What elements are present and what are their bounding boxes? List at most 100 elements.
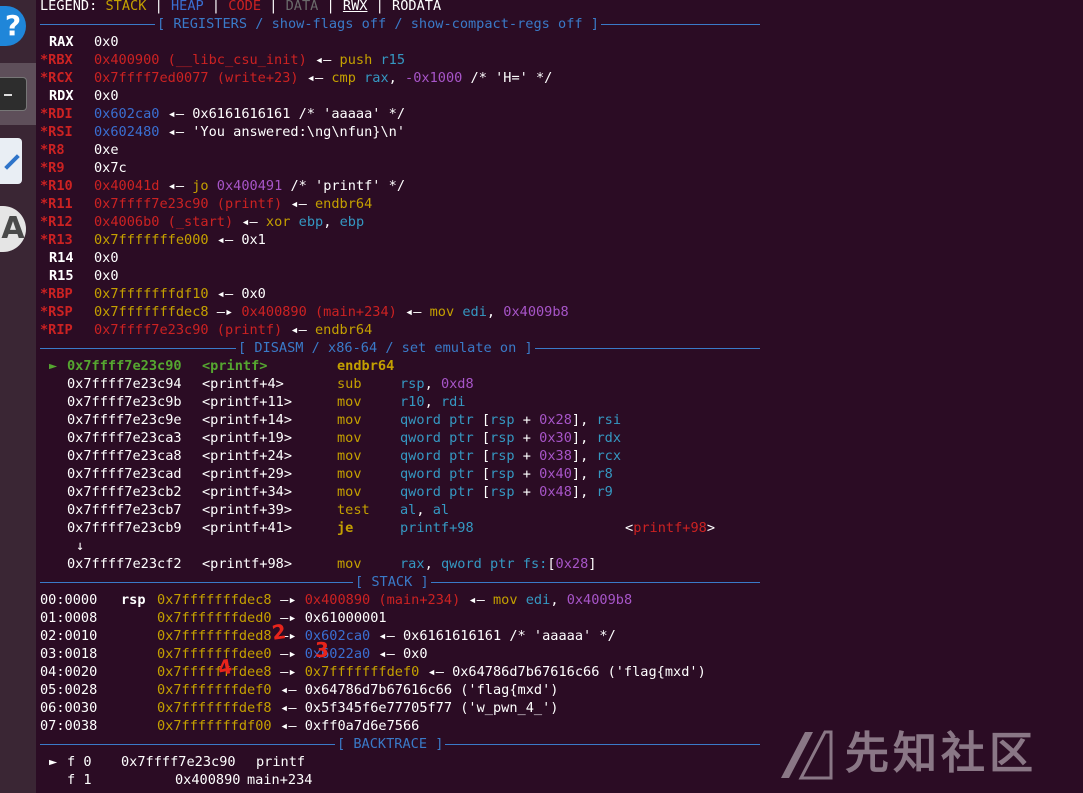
register-value-seg: ◂— 0x6161616161 /* 'aaaaa' */ (159, 106, 406, 122)
disasm-operand-seg: rdx (596, 430, 622, 446)
disasm-operands: qword ptr [rsp + 0x40], r8 (400, 465, 613, 483)
register-value-seg: ◂— (233, 214, 266, 230)
disasm-operand-seg: 0x48 (539, 484, 572, 500)
disasm-operand-seg: + (514, 412, 540, 428)
disasm-mnemonic: mov (337, 484, 362, 500)
disasm-operand-seg: [ (473, 466, 491, 482)
current-frame-pointer-icon: ► (49, 754, 58, 770)
stack-value-seg: ◂— 0x64786d7b67616c66 ('flag{mxd') (419, 664, 706, 680)
legend-separator: | (203, 0, 229, 14)
frame-address: 0x7ffff7e23c90 (121, 754, 236, 770)
register-value: 0x7ffff7e23c90 (printf) ◂— endbr64 (94, 321, 372, 339)
disasm-operand-seg: qword ptr (400, 448, 474, 464)
register-value-seg: r15 (380, 52, 406, 68)
disasm-header-rule-left (40, 348, 236, 349)
register-name: *R8 (40, 142, 65, 158)
stack-address: 0x7fffffffded0 (157, 610, 272, 626)
backtrace-header-rule-right (445, 744, 760, 745)
disasm-address: 0x7ffff7e23c9e (67, 412, 182, 428)
disasm-operands: r10, rdi (400, 393, 466, 411)
register-name: *RIP (40, 322, 73, 338)
disasm-operand-seg: , (424, 376, 441, 392)
disasm-header-rule-right (534, 348, 760, 349)
disasm-mnemonic: mov (337, 394, 362, 410)
disasm-operand-seg: + (514, 484, 540, 500)
handwritten-annotation: 3 (315, 638, 329, 662)
disasm-operand-seg: r10 (400, 394, 425, 410)
disasm-operand-seg: al (400, 502, 417, 518)
watermark-text: 先知社区 (845, 728, 1037, 779)
register-value-seg: rax (364, 70, 389, 86)
help-icon[interactable]: ? (0, 6, 26, 46)
backtrace-header-rule-left (40, 744, 335, 745)
register-value-seg: ebp (298, 214, 324, 230)
register-name: *RSI (40, 124, 73, 140)
stack-address: 0x7fffffffded8 (157, 628, 272, 644)
disasm-symbol: <printf+41> (202, 520, 293, 536)
terminal-icon[interactable] (0, 77, 27, 111)
register-name: *RSP (40, 304, 73, 320)
register-value-seg: 0x4006b0 (_start) (94, 214, 234, 230)
disasm-header: [ DISASM / x86-64 / set emulate on ] (40, 339, 760, 357)
register-value-seg: cmp (331, 70, 356, 86)
disasm-operand-seg: ], (571, 430, 597, 446)
register-value-seg: —▸ (208, 304, 242, 320)
disasm-mnemonic: je (337, 520, 354, 536)
legend-item-heap: HEAP (170, 0, 204, 14)
disasm-mnemonic: test (337, 502, 370, 518)
watermark: 先知社区 (775, 720, 1075, 784)
register-value-seg: ◂— (306, 52, 340, 68)
register-value: 0x0 (94, 87, 119, 105)
disasm-operand-seg: [ (473, 430, 491, 446)
register-value: 0x7ffff7e23c90 (printf) ◂— endbr64 (94, 195, 372, 213)
register-name: *RCX (40, 70, 73, 86)
register-value: 0x40041d ◂— jo 0x400491 /* 'printf' */ (94, 177, 405, 195)
register-value-seg: 0x400890 (main+234) (241, 304, 397, 320)
stack-value-seg: ◂— 0x64786d7b67616c66 ('flag{mxd') (272, 682, 559, 698)
register-value-seg: 0x4009b8 (503, 304, 569, 320)
stack-address: 0x7fffffffdf00 (157, 718, 272, 734)
stack-value-seg: edi (525, 592, 551, 608)
legend-item-data: DATA (285, 0, 319, 14)
disasm-operands: al, al (400, 501, 449, 519)
backtrace-header-label: [ BACKTRACE ] (337, 736, 444, 752)
text-editor-icon[interactable] (0, 138, 22, 184)
register-value-seg: 0x40041d (94, 178, 160, 194)
disasm-operands: qword ptr [rsp + 0x28], rsi (400, 411, 621, 429)
disasm-operand-seg: [ (473, 448, 491, 464)
register-value: 0x7fffffffdec8 —▸ 0x400890 (main+234) ◂—… (94, 303, 569, 321)
disasm-operand-seg: rsp (400, 376, 425, 392)
register-value-seg: 0x602ca0 (94, 106, 160, 122)
branch-target-seg: printf+98 (633, 520, 707, 536)
stack-value-seg: —▸ (272, 592, 305, 608)
disasm-operand-seg: rax (400, 556, 425, 572)
register-value: 0x7fffffffe000 ◂— 0x1 (94, 231, 266, 249)
disasm-header-label: [ DISASM / x86-64 / set emulate on ] (238, 340, 533, 356)
disasm-operand-seg: rsp (490, 412, 515, 428)
register-name: *RDI (40, 106, 73, 122)
software-store-icon[interactable]: A (0, 206, 26, 252)
disasm-address: 0x7ffff7e23ca8 (67, 448, 182, 464)
disasm-operand-seg: r9 (596, 484, 613, 500)
stack-value: —▸ 0x61000001 (272, 609, 386, 627)
register-value-seg: 0x7ffff7e23c90 (printf) (94, 196, 283, 212)
stack-value-seg: ◂— 0x5f345f6e77705f77 ('w_pwn_4_') (272, 700, 559, 716)
register-value-seg: 0x7fffffffdec8 (94, 304, 209, 320)
register-value-seg: 0x400491 (216, 178, 283, 194)
stack-address: 0x7fffffffdef8 (157, 700, 272, 716)
terminal-window[interactable]: LEGEND: STACK | HEAP | CODE | DATA | RWX… (40, 0, 1083, 793)
disasm-operand-seg: [ (473, 412, 491, 428)
stack-address: 0x7fffffffdef0 (157, 682, 272, 698)
register-name: RDX (49, 88, 74, 104)
register-value-seg: 0xe (94, 142, 119, 158)
disasm-operand-seg: qword ptr (400, 412, 474, 428)
disasm-address: 0x7ffff7e23cad (67, 466, 182, 482)
disasm-operands: rsp, 0xd8 (400, 375, 474, 393)
register-value-seg: 0x400900 (__libc_csu_init) (94, 52, 307, 68)
disasm-operand-seg: ], (571, 484, 597, 500)
disasm-operand-seg: rsp (490, 466, 515, 482)
stack-value: ◂— 0x5f345f6e77705f77 ('w_pwn_4_') (272, 699, 558, 717)
stack-value: ◂— 0x64786d7b67616c66 ('flag{mxd') (272, 681, 558, 699)
frame-symbol: main+234 (247, 772, 313, 788)
disasm-branch-target: <printf+98> (625, 519, 715, 537)
